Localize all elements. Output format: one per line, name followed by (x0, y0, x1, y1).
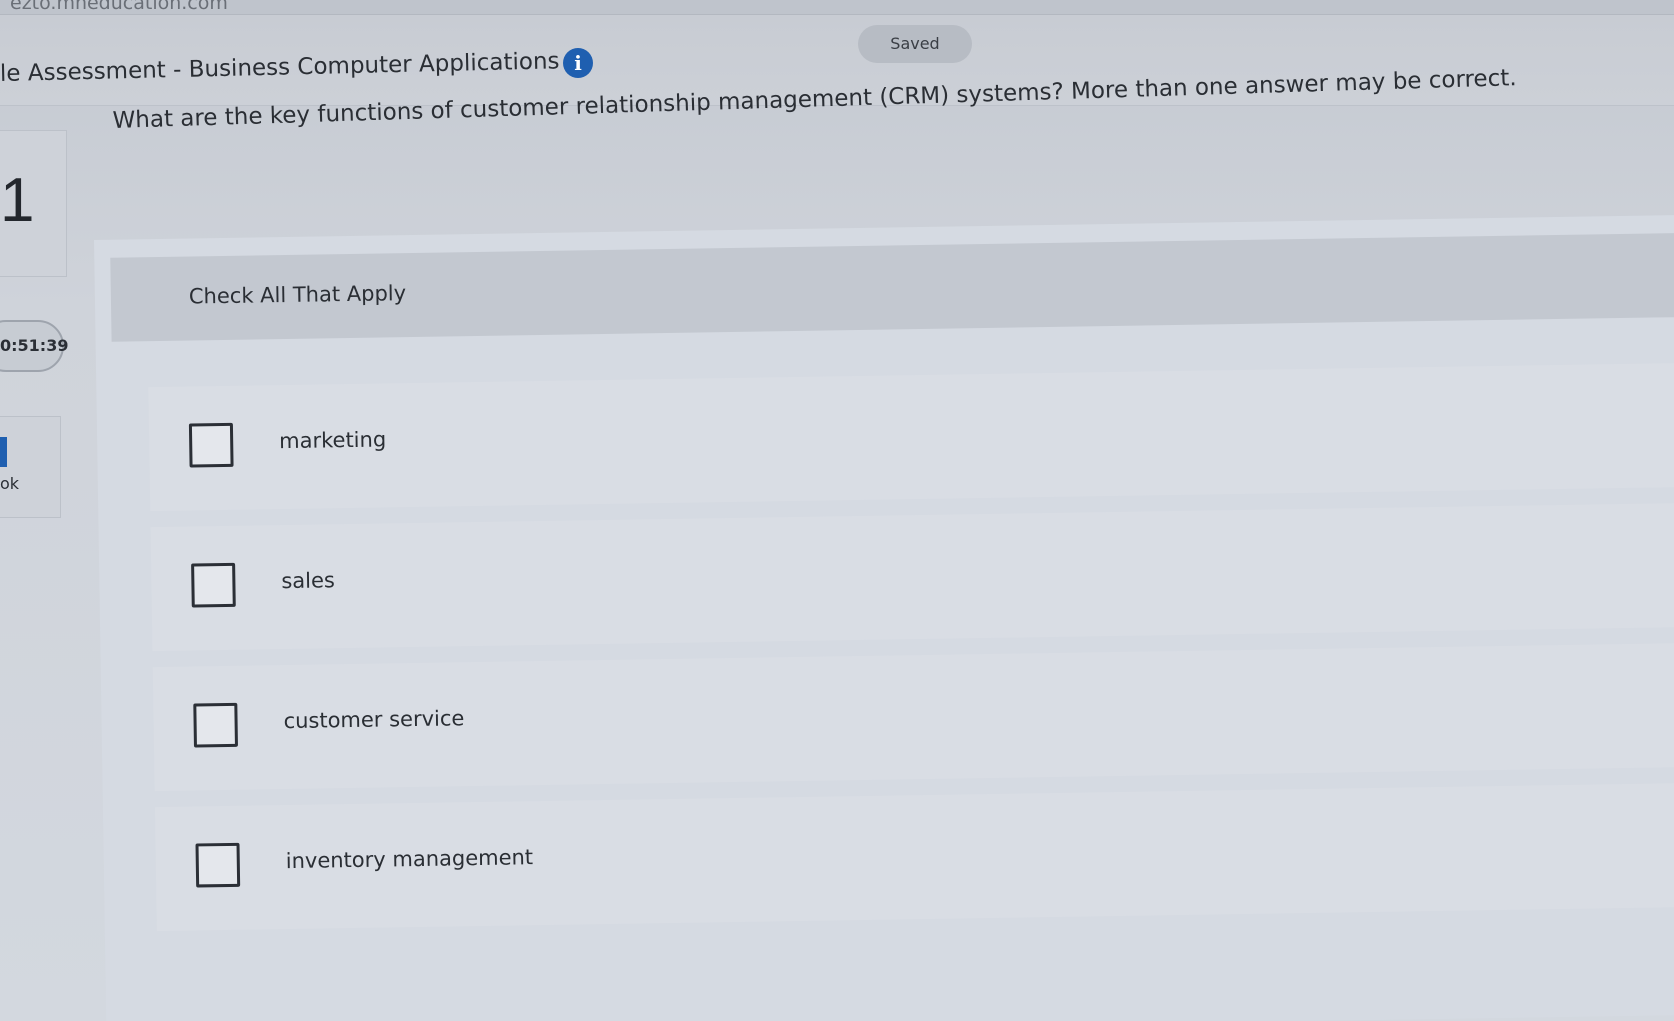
option-checkbox[interactable] (195, 842, 241, 888)
info-circle-icon[interactable]: i (563, 48, 593, 78)
option-checkbox[interactable] (191, 562, 236, 608)
option-checkbox[interactable] (188, 422, 234, 468)
answer-panel: Check All That Apply marketing sales cus… (94, 214, 1674, 1021)
ebook-label: ok (0, 474, 20, 493)
option-label: customer service (283, 706, 465, 734)
option-checkbox[interactable] (193, 702, 238, 748)
page: ezto.mheducation.com le Assessment - Bus… (0, 0, 1674, 1021)
instruction-text: Check All That Apply (188, 281, 407, 309)
answer-option[interactable]: marketing (148, 362, 1674, 512)
ebook-button[interactable] (0, 416, 61, 518)
answer-option[interactable]: inventory management (154, 782, 1674, 932)
option-label: marketing (278, 427, 387, 454)
answer-option[interactable]: sales (150, 502, 1674, 652)
option-label: inventory management (285, 845, 534, 874)
instruction-band: Check All That Apply (110, 232, 1674, 342)
question-number: 1 (0, 166, 35, 235)
url-text: ezto.mheducation.com (10, 0, 228, 14)
address-bar[interactable]: ezto.mheducation.com (0, 0, 1674, 15)
answer-option[interactable]: customer service (152, 642, 1674, 792)
assessment-title: le Assessment - Business Computer Applic… (0, 48, 560, 87)
saved-status-badge: Saved (858, 25, 972, 63)
timer-badge[interactable]: 0:51:39 (0, 320, 68, 372)
option-label: sales (281, 568, 336, 594)
book-icon (0, 437, 7, 467)
